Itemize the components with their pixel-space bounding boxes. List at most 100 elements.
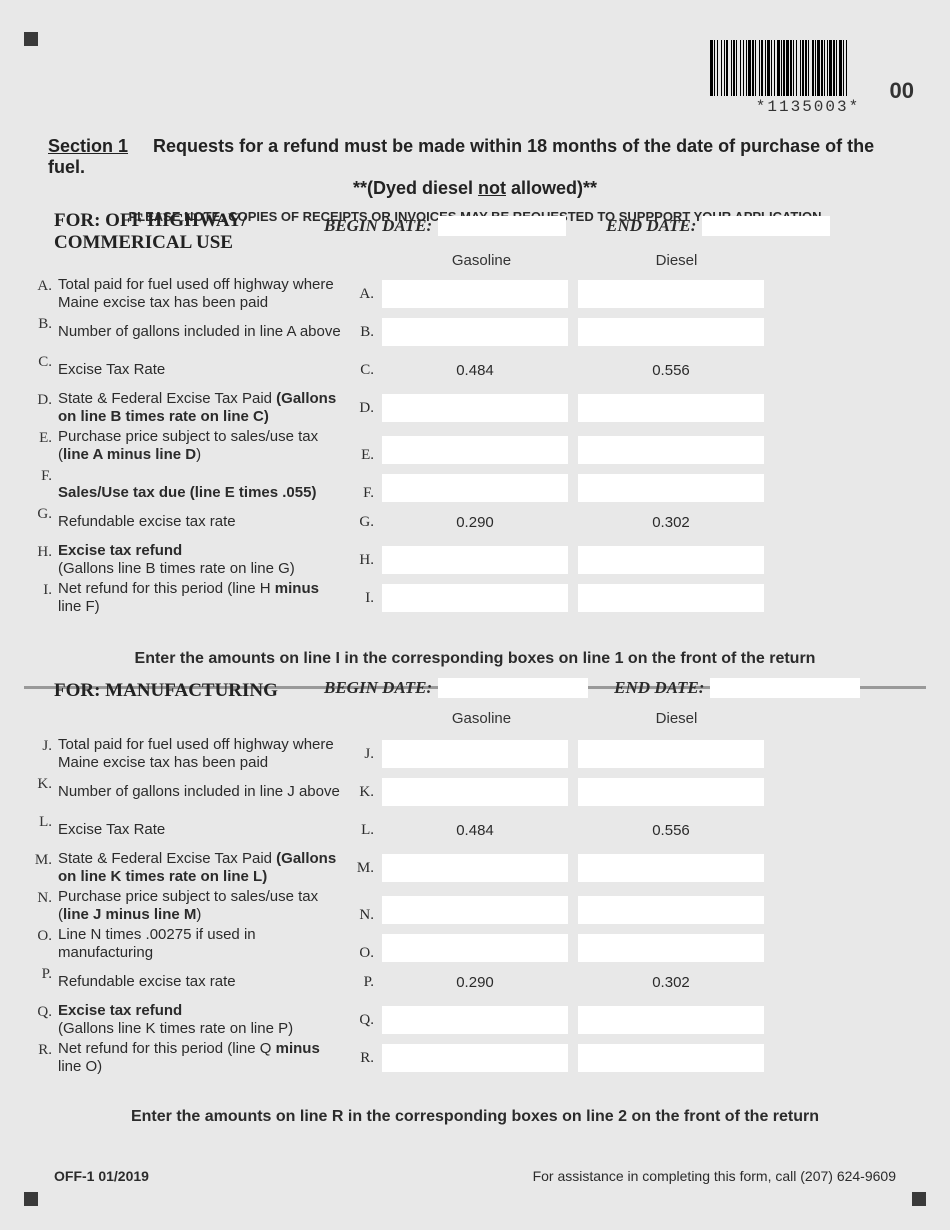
cell-B-gas[interactable] [382,318,568,346]
cell-O-gas[interactable] [382,934,568,962]
cell-O-diesel[interactable] [578,934,764,962]
cell-E-diesel[interactable] [578,436,764,464]
line-marker: H. [24,542,52,561]
cell-M-gas[interactable] [382,854,568,882]
cell-Q-diesel[interactable] [578,1006,764,1034]
input-H-gas[interactable] [382,546,568,574]
line-marker: E. [24,428,52,447]
input-Q-diesel[interactable] [578,1006,764,1034]
line-marker-right: P. [342,974,382,991]
line-marker: L. [24,812,52,831]
input-B-gas[interactable] [382,318,568,346]
cell-A-gas[interactable] [382,280,568,308]
corner-marker-br [912,1192,926,1206]
input-N-diesel[interactable] [578,896,764,924]
cell-M-diesel[interactable] [578,854,764,882]
begin-date-input-1[interactable] [438,216,566,236]
line-marker-right: L. [342,822,382,839]
line-desc: State & Federal Excise Tax Paid (Gallons… [52,390,342,426]
corner-marker-bl [24,1192,38,1206]
input-J-gas[interactable] [382,740,568,768]
line-marker: P. [24,964,52,983]
cell-J-diesel[interactable] [578,740,764,768]
input-J-diesel[interactable] [578,740,764,768]
col-diesel-2: Diesel [579,710,774,727]
cell-K-diesel[interactable] [578,778,764,806]
input-K-diesel[interactable] [578,778,764,806]
input-I-gas[interactable] [382,584,568,612]
line-A: A.Total paid for fuel used off highway w… [24,276,926,312]
input-B-diesel[interactable] [578,318,764,346]
line-desc: Purchase price subject to sales/use tax … [52,888,342,924]
instruction-sec2: Enter the amounts on line R in the corre… [24,1108,926,1126]
cell-D-gas[interactable] [382,394,568,422]
cell-I-gas[interactable] [382,584,568,612]
input-F-diesel[interactable] [578,474,764,502]
input-O-diesel[interactable] [578,934,764,962]
cell-I-diesel[interactable] [578,584,764,612]
cell-R-gas[interactable] [382,1044,568,1072]
input-H-diesel[interactable] [578,546,764,574]
line-E: E.Purchase price subject to sales/use ta… [24,428,926,464]
line-desc: Number of gallons included in line J abo… [52,783,342,801]
end-date-input-1[interactable] [702,216,830,236]
line-marker: I. [24,580,52,599]
barcode-icon [710,40,906,96]
cell-F-gas[interactable] [382,474,568,502]
date-row-1: BEGIN DATE: END DATE: [324,216,886,236]
cell-E-gas[interactable] [382,436,568,464]
line-marker: F. [24,466,52,485]
cell-K-gas[interactable] [382,778,568,806]
line-marker-right: Q. [342,1012,382,1029]
cell-A-diesel[interactable] [578,280,764,308]
cell-N-diesel[interactable] [578,896,764,924]
line-desc: Excise Tax Rate [52,821,342,839]
cell-H-gas[interactable] [382,546,568,574]
cell-C-gas: 0.484 [382,356,568,384]
input-M-diesel[interactable] [578,854,764,882]
input-K-gas[interactable] [382,778,568,806]
input-I-diesel[interactable] [578,584,764,612]
input-M-gas[interactable] [382,854,568,882]
header-sub-pre: **(Dyed diesel [353,178,478,198]
cell-C-diesel: 0.556 [578,356,764,384]
input-D-gas[interactable] [382,394,568,422]
cell-J-gas[interactable] [382,740,568,768]
line-F: F.Sales/Use tax due (line E times .055)F… [24,466,926,502]
page-number: 00 [890,78,914,104]
input-A-gas[interactable] [382,280,568,308]
input-O-gas[interactable] [382,934,568,962]
input-Q-gas[interactable] [382,1006,568,1034]
cell-R-diesel[interactable] [578,1044,764,1072]
input-F-gas[interactable] [382,474,568,502]
line-marker-right: C. [342,362,382,379]
begin-date-input-2[interactable] [438,678,588,698]
input-D-diesel[interactable] [578,394,764,422]
input-E-gas[interactable] [382,436,568,464]
input-N-gas[interactable] [382,896,568,924]
line-marker-right: O. [342,945,382,962]
end-date-label: END DATE: [606,216,696,236]
line-desc: Refundable excise tax rate [52,513,342,531]
line-O: O.Line N times .00275 if used in manufac… [24,926,926,962]
input-A-diesel[interactable] [578,280,764,308]
cell-D-diesel[interactable] [578,394,764,422]
input-R-diesel[interactable] [578,1044,764,1072]
line-desc: Refundable excise tax rate [52,973,342,991]
cell-L-gas: 0.484 [382,816,568,844]
cell-N-gas[interactable] [382,896,568,924]
line-desc: Total paid for fuel used off highway whe… [52,276,342,312]
input-E-diesel[interactable] [578,436,764,464]
line-desc: Net refund for this period (line H minus… [52,580,342,616]
cell-G-diesel: 0.302 [578,508,764,536]
input-R-gas[interactable] [382,1044,568,1072]
cell-B-diesel[interactable] [578,318,764,346]
line-P: P.Refundable excise tax rateP.0.2900.302 [24,964,926,1000]
cell-F-diesel[interactable] [578,474,764,502]
cell-Q-gas[interactable] [382,1006,568,1034]
end-date-input-2[interactable] [710,678,860,698]
line-marker: G. [24,504,52,523]
cell-H-diesel[interactable] [578,546,764,574]
line-marker-right: M. [342,860,382,877]
line-desc: State & Federal Excise Tax Paid (Gallons… [52,850,342,886]
